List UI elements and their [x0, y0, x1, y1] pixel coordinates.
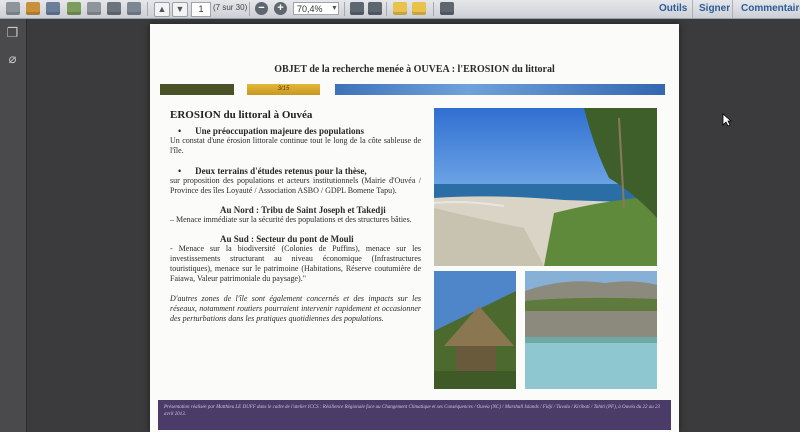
bullet-title: • Deux terrains d'études retenus pour la …	[178, 166, 367, 176]
toolbar-divider	[147, 2, 148, 16]
zoom-out-button[interactable]: −	[255, 2, 268, 15]
beach-photo	[434, 108, 657, 266]
slide-header: OBJET de la recherche menée à OUVEA : l'…	[274, 64, 555, 75]
zoom-in-button[interactable]: +	[274, 2, 287, 15]
bullet-text: sur proposition des populations et acteu…	[170, 176, 421, 195]
section-title: EROSION du littoral à Ouvéa	[170, 109, 313, 121]
prev-page-button[interactable]: ▲	[154, 2, 170, 17]
pages-icon[interactable]: ❐	[6, 25, 19, 40]
page-number-input[interactable]: 1	[191, 2, 211, 17]
sud-heading: Au Sud : Secteur du pont de Mouli	[220, 234, 354, 244]
toolbar-divider	[386, 2, 387, 16]
navigation-pane: ❐ ⌀	[0, 19, 27, 432]
progress-segment-olive	[160, 84, 234, 95]
cliff-lagoon-photo	[525, 271, 657, 389]
nord-heading: Au Nord : Tribu de Saint Joseph et Taked…	[220, 205, 386, 215]
cloud-icon[interactable]	[67, 2, 81, 15]
tools-link[interactable]: Outils	[659, 3, 687, 14]
chevron-down-icon[interactable]: ▼	[331, 5, 338, 12]
attachment-icon[interactable]: ⌀	[6, 51, 19, 66]
save-icon[interactable]	[46, 2, 60, 15]
bullet-text: Un constat d'une érosion littorale conti…	[170, 136, 421, 155]
other-zones-text: D'autres zones de l'île sont également c…	[170, 294, 421, 323]
print-icon[interactable]	[107, 2, 121, 15]
fit-page-icon[interactable]	[350, 2, 364, 15]
create-pdf-icon[interactable]	[26, 2, 40, 15]
document-page: OBJET de la recherche menée à OUVEA : l'…	[150, 24, 679, 432]
progress-segment-blue	[335, 84, 665, 95]
slide-text: EROSION du littoral à Ouvéa • Une préoccu…	[170, 110, 421, 324]
mouse-cursor-icon	[722, 113, 732, 127]
document-icon[interactable]	[87, 2, 101, 15]
full-screen-icon[interactable]	[368, 2, 382, 15]
bullet-heading: Deux terrains d'études retenus pour la t…	[195, 166, 367, 176]
highlight-icon[interactable]	[412, 2, 426, 15]
bullet-heading: Une préoccupation majeure des population…	[195, 126, 364, 136]
toolbar-divider	[344, 2, 345, 16]
toolbar-divider	[433, 2, 434, 16]
expand-icon[interactable]	[440, 2, 454, 15]
page-count-label: (7 sur 30)	[213, 3, 248, 12]
toolbar-divider	[249, 2, 250, 16]
next-page-button[interactable]: ▼	[172, 2, 188, 17]
progress-segment-current: 3/15	[247, 84, 320, 95]
sud-text: - Menace sur la biodiversité (Colonies d…	[170, 244, 421, 283]
email-icon[interactable]	[127, 2, 141, 15]
slide-footer: Présentation réalisée par Matthieu LE DU…	[158, 400, 671, 430]
hut-photo	[434, 271, 516, 389]
toolbar-divider	[732, 0, 733, 18]
sticky-note-icon[interactable]	[393, 2, 407, 15]
comment-link[interactable]: Commentaire	[741, 3, 800, 14]
nord-text: – Menace immédiate sur la sécurité des p…	[170, 215, 412, 224]
acrobat-toolbar: ▲ ▼ 1 (7 sur 30) − + 70,4% ▼ Outils Sign…	[0, 0, 800, 19]
bullet-title: • Une préoccupation majeure des populatio…	[178, 126, 364, 136]
sign-link[interactable]: Signer	[699, 3, 730, 14]
open-icon[interactable]	[6, 2, 20, 15]
toolbar-divider	[692, 0, 693, 18]
